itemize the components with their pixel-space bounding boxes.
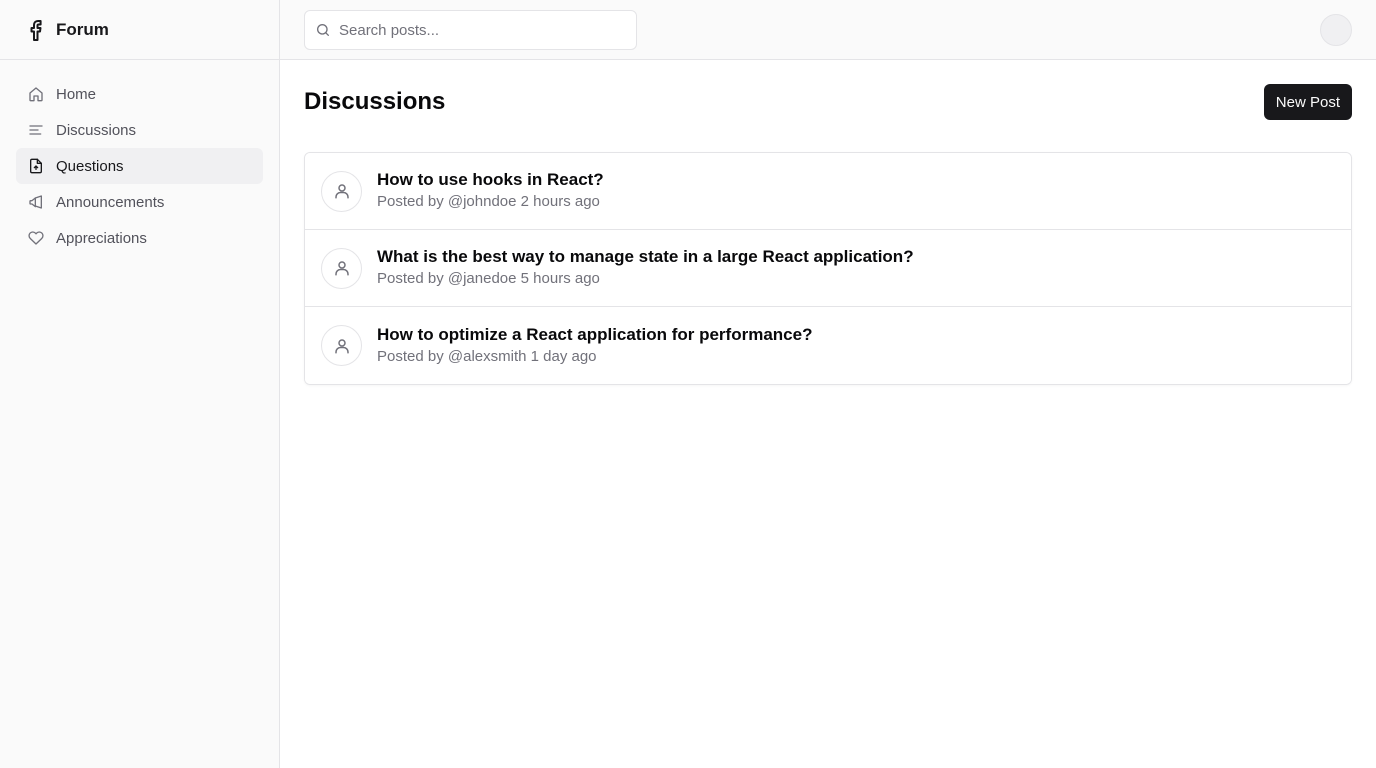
search-box[interactable]: [304, 10, 637, 50]
sidebar: Forum Home Discussions Questions Announc…: [0, 0, 280, 768]
sidebar-item-label: Announcements: [56, 193, 165, 211]
sidebar-item-appreciations[interactable]: Appreciations: [16, 220, 263, 256]
user-avatar[interactable]: [1320, 14, 1352, 46]
user-icon: [321, 170, 362, 212]
post-item[interactable]: How to use hooks in React? Posted by @jo…: [305, 153, 1351, 230]
home-icon: [28, 86, 44, 102]
post-meta: Posted by @janedoe 5 hours ago: [377, 270, 600, 287]
sidebar-item-label: Discussions: [56, 121, 137, 139]
post-text: How to optimize a React application for …: [377, 324, 812, 368]
text-align-icon: [28, 122, 44, 138]
post-list: How to use hooks in React? Posted by @jo…: [304, 152, 1352, 385]
post-meta: Posted by @johndoe 2 hours ago: [377, 193, 600, 210]
brand[interactable]: Forum: [0, 0, 279, 60]
post-title[interactable]: How to optimize a React application for …: [377, 324, 812, 346]
sidebar-item-label: Home: [56, 85, 97, 103]
sidebar-item-announcements[interactable]: Announcements: [16, 184, 263, 220]
sidebar-item-discussions[interactable]: Discussions: [16, 112, 263, 148]
top-bar: [280, 0, 1376, 60]
sidebar-item-questions[interactable]: Questions: [16, 148, 263, 184]
page-header: Discussions New Post: [304, 60, 1352, 144]
post-title[interactable]: What is the best way to manage state in …: [377, 246, 914, 268]
post-item[interactable]: What is the best way to manage state in …: [305, 230, 1351, 307]
sidebar-nav: Home Discussions Questions Announcements…: [0, 60, 279, 256]
heart-icon: [28, 230, 44, 246]
brand-name: Forum: [56, 19, 109, 39]
post-title[interactable]: How to use hooks in React?: [377, 169, 604, 191]
sidebar-item-label: Appreciations: [56, 229, 147, 247]
facebook-f-icon: [27, 18, 45, 42]
post-text: How to use hooks in React? Posted by @jo…: [377, 169, 604, 213]
file-question-icon: [28, 158, 44, 174]
sidebar-item-home[interactable]: Home: [16, 76, 263, 112]
sidebar-item-label: Questions: [56, 157, 124, 175]
post-item[interactable]: How to optimize a React application for …: [305, 307, 1351, 384]
post-text: What is the best way to manage state in …: [377, 246, 914, 290]
megaphone-icon: [28, 194, 44, 210]
page-title: Discussions: [304, 88, 446, 115]
user-icon: [321, 325, 362, 366]
main-content: Discussions New Post How to use hooks in…: [280, 60, 1376, 768]
search-input[interactable]: [339, 21, 619, 39]
search-icon: [315, 22, 331, 38]
new-post-button[interactable]: New Post: [1263, 84, 1352, 120]
post-meta: Posted by @alexsmith 1 day ago: [377, 347, 597, 365]
user-icon: [321, 247, 362, 289]
